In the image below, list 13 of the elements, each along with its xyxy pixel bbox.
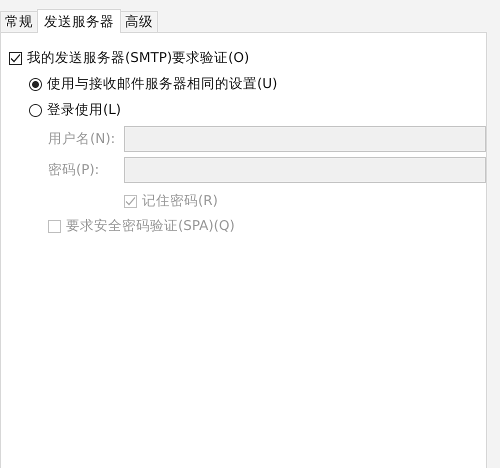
field-label: 密码(P): (48, 160, 100, 178)
tab[interactable]: 发送服务器 (37, 9, 121, 33)
tab[interactable]: 常规 (0, 11, 38, 32)
radio-button[interactable] (29, 104, 42, 116)
radio-label: 登录使用(L) (47, 101, 122, 119)
tab[interactable]: 高级 (120, 11, 158, 32)
checkbox-label: 记住密码(R) (142, 192, 218, 210)
checkbox-label: 要求安全密码验证(SPA)(Q) (66, 217, 235, 235)
checkbox[interactable] (9, 52, 22, 64)
radio-button[interactable] (29, 78, 42, 90)
field-label: 用户名(N): (48, 130, 116, 148)
radio-label: 使用与接收邮件服务器相同的设置(U) (47, 75, 278, 93)
checkbox-label: 我的发送服务器(SMTP)要求验证(O) (27, 49, 250, 67)
